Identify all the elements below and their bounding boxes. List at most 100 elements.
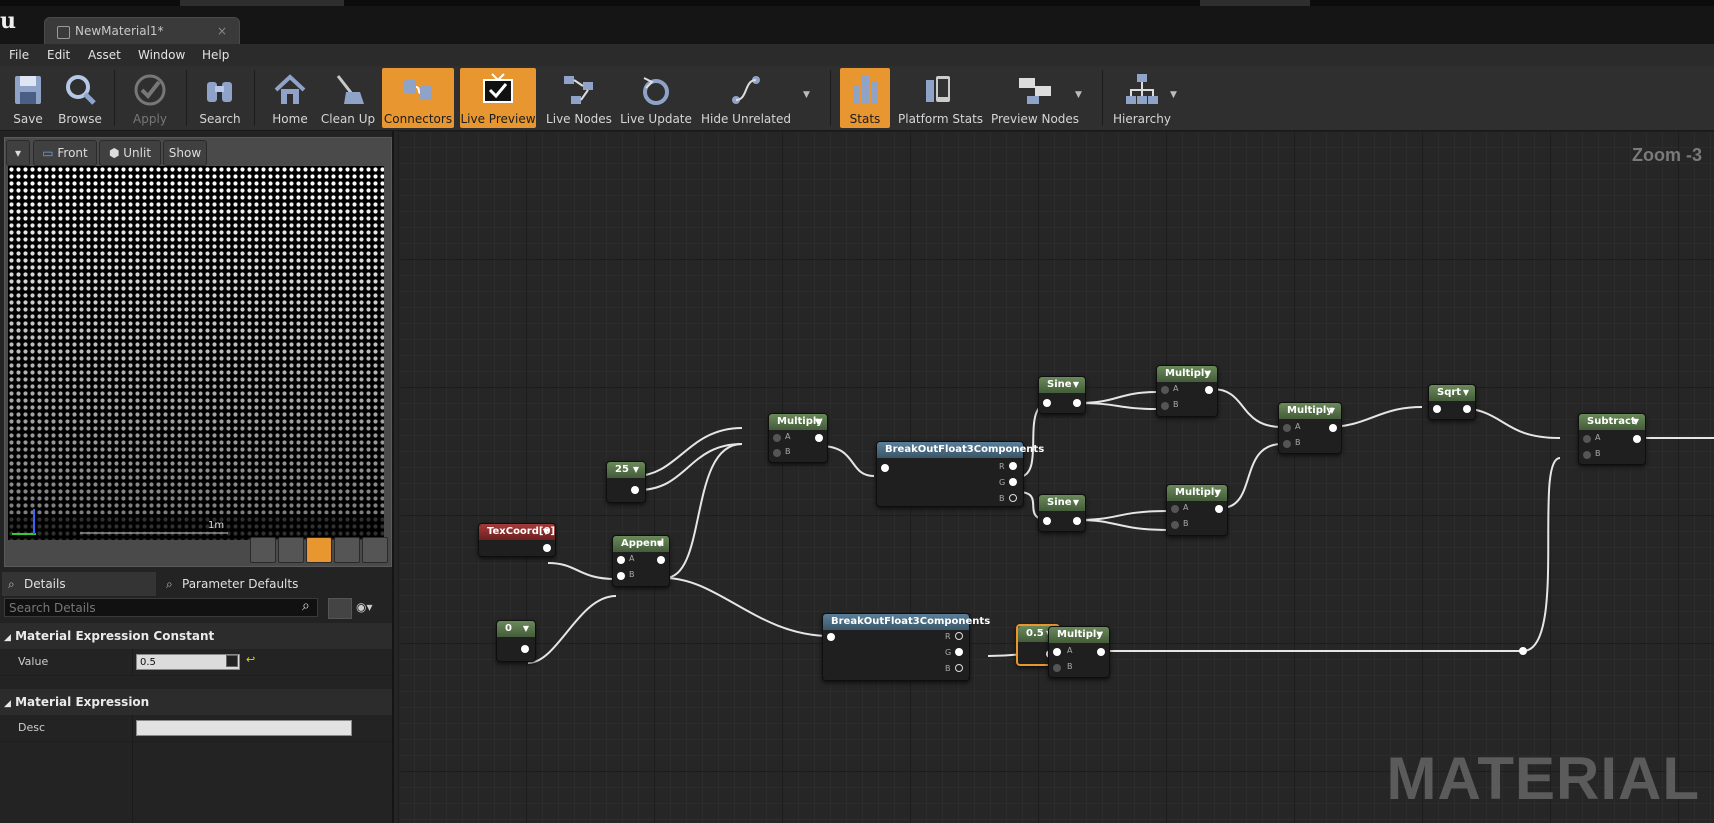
- live-update-button[interactable]: Live Update: [620, 68, 692, 128]
- node-multiply-4[interactable]: Multiply ▼ A B: [1278, 402, 1342, 454]
- menu-asset[interactable]: Asset: [88, 44, 121, 66]
- search-button[interactable]: Search: [196, 68, 244, 128]
- output-pin[interactable]: [1633, 435, 1641, 443]
- node-sqrt[interactable]: Sqrt ▼: [1428, 384, 1476, 420]
- view-mode-button[interactable]: ▭ Front: [33, 140, 97, 166]
- node-multiply-2[interactable]: Multiply ▼ A B: [1156, 365, 1218, 417]
- output-pin[interactable]: [543, 544, 551, 552]
- chevron-down-icon[interactable]: ▼: [543, 524, 549, 540]
- chevron-down-icon[interactable]: ▼: [803, 90, 810, 100]
- node-breakout-float3-1[interactable]: BreakOutFloat3Components R G B: [876, 441, 1044, 507]
- preview-nodes-button[interactable]: Preview Nodes: [990, 68, 1080, 128]
- reset-to-default-icon[interactable]: ↩: [246, 653, 255, 666]
- node-multiply-1[interactable]: Multiply ▼ A B: [768, 413, 828, 463]
- output-pin[interactable]: [631, 486, 639, 494]
- input-pin-a[interactable]: [1161, 386, 1169, 394]
- sphere-shape-icon[interactable]: [278, 537, 304, 563]
- input-pin-b[interactable]: [773, 449, 781, 457]
- chevron-down-icon[interactable]: ▼: [523, 621, 529, 637]
- chevron-down-icon[interactable]: ▼: [633, 462, 639, 478]
- clean-up-button[interactable]: Clean Up: [320, 68, 376, 128]
- value-field[interactable]: 0.5: [136, 654, 240, 670]
- input-pin-b[interactable]: [1283, 440, 1291, 448]
- platform-stats-button[interactable]: Platform Stats: [898, 68, 983, 128]
- output-pin[interactable]: [1073, 399, 1081, 407]
- desc-field[interactable]: [136, 720, 352, 736]
- output-pin[interactable]: [1215, 505, 1223, 513]
- drag-handle-icon[interactable]: [226, 655, 238, 667]
- connectors-button[interactable]: Connectors: [382, 68, 454, 128]
- input-pin-a[interactable]: [617, 556, 625, 564]
- eye-icon[interactable]: ◉▾: [356, 600, 373, 614]
- category-material-expression-constant[interactable]: ◢ Material Expression Constant: [0, 623, 392, 649]
- hide-unrelated-button[interactable]: Hide Unrelated: [700, 68, 792, 128]
- node-sine-2[interactable]: Sine ▼: [1038, 494, 1086, 532]
- input-pin[interactable]: [881, 464, 889, 472]
- node-sine-1[interactable]: Sine ▼: [1038, 376, 1086, 414]
- tab-parameter-defaults[interactable]: ⌕ Parameter Defaults: [160, 572, 306, 596]
- output-pin[interactable]: [1329, 424, 1337, 432]
- cylinder-shape-icon[interactable]: [250, 537, 276, 563]
- node-constant-25[interactable]: 25 ▼: [606, 461, 646, 503]
- output-pin[interactable]: [1073, 517, 1081, 525]
- home-button[interactable]: Home: [264, 68, 316, 128]
- cube-shape-icon[interactable]: [334, 537, 360, 563]
- input-pin-b[interactable]: [1583, 451, 1591, 459]
- output-pin-g[interactable]: [955, 648, 963, 656]
- show-button[interactable]: Show: [163, 140, 207, 166]
- search-icon[interactable]: ⌕: [302, 598, 310, 614]
- input-pin-b[interactable]: [617, 572, 625, 580]
- node-multiply-3[interactable]: Multiply ▼ A B: [1166, 484, 1228, 536]
- menu-file[interactable]: File: [9, 44, 29, 66]
- unreal-logo-icon[interactable]: u: [0, 8, 22, 34]
- output-pin[interactable]: [1205, 386, 1213, 394]
- output-pin-r[interactable]: [1009, 462, 1017, 470]
- input-pin[interactable]: [1043, 399, 1051, 407]
- output-pin[interactable]: [521, 645, 529, 653]
- chevron-down-icon[interactable]: ▼: [1075, 90, 1082, 100]
- view-options-icon[interactable]: [328, 598, 352, 619]
- input-pin-b[interactable]: [1161, 402, 1169, 410]
- chevron-down-icon[interactable]: ▼: [1170, 90, 1177, 100]
- node-texcoord[interactable]: TexCoord[0] ▼: [478, 523, 556, 557]
- output-pin[interactable]: [815, 434, 823, 442]
- input-pin-a[interactable]: [1583, 435, 1591, 443]
- input-pin[interactable]: [1433, 405, 1441, 413]
- output-pin[interactable]: [1097, 648, 1105, 656]
- node-subtract[interactable]: Subtract ▼ A B: [1578, 413, 1646, 465]
- category-material-expression[interactable]: ◢ Material Expression: [0, 689, 392, 715]
- document-tab[interactable]: NewMaterial1* ×: [44, 17, 240, 45]
- tab-details[interactable]: ⌕ Details: [2, 572, 156, 596]
- material-graph[interactable]: Zoom -3 MATERIAL 25 ▼ 0 ▼ TexCoord[0] ▼ …: [398, 131, 1714, 823]
- details-search-input[interactable]: Search Details: [4, 598, 318, 617]
- plane-shape-icon[interactable]: [306, 537, 332, 563]
- live-nodes-button[interactable]: Live Nodes: [544, 68, 614, 128]
- output-pin-r[interactable]: [955, 632, 963, 640]
- chevron-down-icon[interactable]: ▼: [1205, 366, 1211, 382]
- material-preview-viewport[interactable]: 1m: [8, 166, 384, 540]
- chevron-down-icon[interactable]: ▼: [657, 536, 663, 552]
- input-pin-b[interactable]: [1053, 664, 1061, 672]
- input-pin[interactable]: [827, 633, 835, 641]
- input-pin-b[interactable]: [1171, 521, 1179, 529]
- save-button[interactable]: Save: [6, 68, 50, 128]
- node-multiply-5[interactable]: Multiply ▼ A B: [1048, 626, 1110, 678]
- menu-edit[interactable]: Edit: [47, 44, 70, 66]
- browse-button[interactable]: Browse: [56, 68, 104, 128]
- reroute-pin[interactable]: [1519, 647, 1527, 655]
- chevron-down-icon[interactable]: ▼: [1073, 495, 1079, 511]
- node-breakout-float3-2[interactable]: BreakOutFloat3Components R G B: [822, 613, 990, 681]
- viewport-options-button[interactable]: ▾: [6, 140, 30, 166]
- chevron-down-icon[interactable]: ▼: [1329, 403, 1335, 419]
- input-pin-a[interactable]: [1283, 424, 1291, 432]
- output-pin-g[interactable]: [1009, 478, 1017, 486]
- chevron-down-icon[interactable]: ▼: [1073, 377, 1079, 393]
- live-preview-button[interactable]: Live Preview: [460, 68, 536, 128]
- output-pin[interactable]: [1463, 405, 1471, 413]
- hierarchy-button[interactable]: Hierarchy: [1110, 68, 1174, 128]
- menu-window[interactable]: Window: [138, 44, 185, 66]
- chevron-down-icon[interactable]: ▼: [1097, 627, 1103, 643]
- lighting-mode-button[interactable]: ⬢ Unlit: [99, 140, 161, 166]
- output-pin-b[interactable]: [955, 664, 963, 672]
- menu-help[interactable]: Help: [202, 44, 229, 66]
